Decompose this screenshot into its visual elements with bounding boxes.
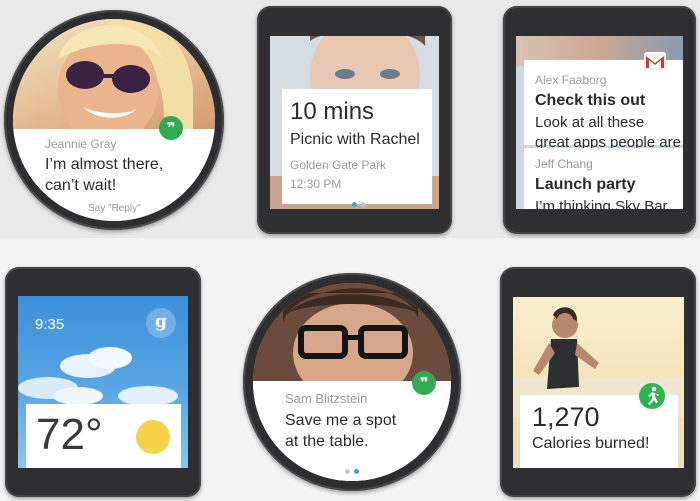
message-line-2: can’t wait! [45,177,117,194]
page-dot-active [352,202,357,207]
watch-screen: 10 mins Picnic with Rachel Golden Gate P… [270,36,439,209]
email-sender: Alex Faaborg [535,73,607,87]
email-preview-line-1: Look at all these [535,114,645,131]
watch-jeannie: Jeannie Gray I’m almost there, can’t wai… [4,10,224,230]
contact-photo [13,19,215,129]
clock-time: 9:35 [35,316,65,333]
email-card-2[interactable]: Jeff Chang Launch party I’m thinking Sky… [524,148,683,209]
watch-screen: Alex Faaborg Check this out Look at all … [516,36,683,209]
notification-card[interactable]: Sam Blitzstein Save me a spot at the tab… [253,381,451,481]
event-countdown: 10 mins [290,98,375,125]
calories-label: Calories burned! [532,435,650,452]
watch-screen: Sam Blitzstein Save me a spot at the tab… [253,283,451,481]
email-subject: Check this out [535,92,646,109]
running-icon [639,383,665,409]
page-dot [345,469,350,474]
event-card[interactable]: 10 mins Picnic with Rachel Golden Gate P… [282,89,432,204]
contact-photo [253,283,451,403]
hangouts-icon: ❞ [159,116,183,140]
watch-screen: Jeannie Gray I’m almost there, can’t wai… [13,19,215,221]
gmail-icon [644,52,666,72]
watch-sam: Sam Blitzstein Save me a spot at the tab… [243,273,461,491]
event-time: 12:30 PM [290,177,342,191]
message-line-1: I’m almost there, [45,156,164,173]
email-preview-line-1: I’m thinking Sky Bar [535,198,668,209]
hangouts-icon: ❞ [412,371,436,395]
event-location: Golden Gate Park [290,158,387,172]
email-subject: Launch party [535,176,636,193]
email-sender: Jeff Chang [535,157,593,171]
weather-card[interactable]: 72° [26,404,181,468]
watch-picnic: 10 mins Picnic with Rachel Golden Gate P… [257,6,452,234]
sun-icon [136,420,170,454]
sender-name: Jeannie Gray [45,137,117,151]
email-card-1[interactable]: Alex Faaborg Check this out Look at all … [524,60,683,151]
sender-name: Sam Blitzstein [285,391,368,406]
google-search-icon[interactable]: g [146,308,176,338]
message-line-1: Save me a spot [285,412,397,429]
notification-card[interactable]: Jeannie Gray I’m almost there, can’t wai… [13,129,215,221]
calories-value: 1,270 [532,402,600,432]
page-indicator [345,469,359,474]
watch-fitness: 1,270 Calories burned! [500,267,696,497]
page-dot [361,202,366,207]
page-indicator [352,202,366,207]
watch-weather: 9:35 g 72° [5,267,201,497]
reply-hint[interactable]: Say "Reply" [88,203,141,214]
page-dot-active [354,469,359,474]
message-line-2: at the table. [285,433,369,450]
watch-screen: 9:35 g 72° [18,296,188,468]
watch-email: Alex Faaborg Check this out Look at all … [503,6,696,234]
watch-screen: 1,270 Calories burned! [513,297,684,468]
temperature: 72° [36,410,103,459]
event-title: Picnic with Rachel [290,131,420,148]
